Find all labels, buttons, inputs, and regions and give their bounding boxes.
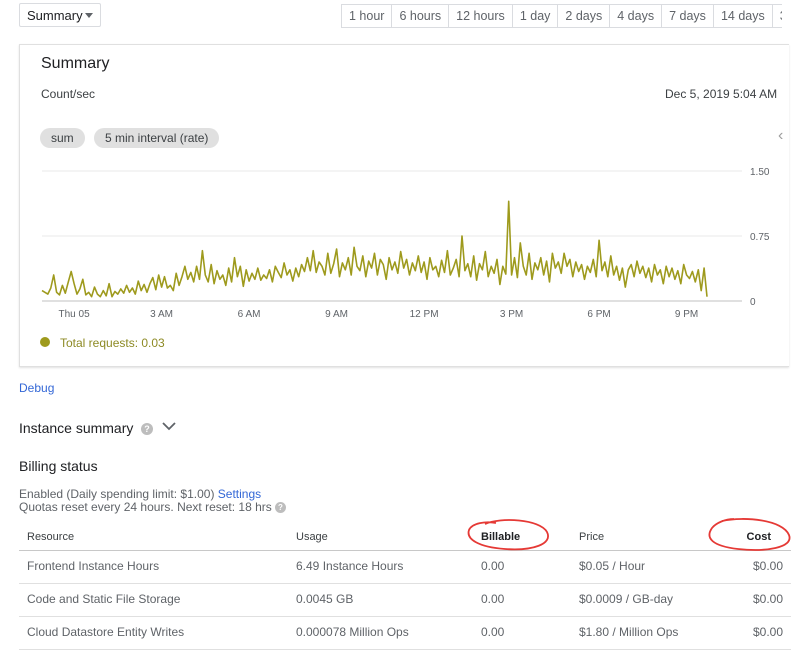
- header-resource: Resource: [27, 531, 75, 543]
- cell-usage: 6.49 Instance Hours: [296, 559, 404, 573]
- cell-billable: 0.00: [481, 559, 505, 573]
- time-range-12-hours[interactable]: 12 hours: [448, 4, 513, 28]
- cell-price: $1.80 / Million Ops: [579, 625, 679, 639]
- toolbar-overflow-mask: [782, 0, 791, 42]
- billing-status-line: Enabled (Daily spending limit: $1.00) Se…: [19, 487, 261, 501]
- spending-limit-text: Enabled (Daily spending limit: $1.00): [19, 487, 215, 501]
- table-row: Frontend Instance Hours 6.49 Instance Ho…: [19, 551, 791, 584]
- cell-cost: $0.00: [752, 592, 783, 606]
- y-tick-label: 0: [750, 297, 756, 308]
- x-tick-label: Thu 05: [59, 309, 91, 320]
- x-tick-label: 6 AM: [238, 309, 261, 320]
- cell-price: $0.0009 / GB-day: [579, 592, 674, 606]
- summary-card: Summary Count/sec Dec 5, 2019 5:04 AM su…: [19, 44, 789, 367]
- view-select-label: Summary: [27, 7, 83, 23]
- quota-help-icon[interactable]: ?: [275, 502, 286, 513]
- x-tick-label: 3 AM: [150, 309, 173, 320]
- cell-resource: Code and Static File Storage: [27, 592, 181, 606]
- series-line-total-requests: [41, 200, 708, 298]
- chevron-down-icon[interactable]: [162, 418, 176, 434]
- interval-chip[interactable]: 5 min interval (rate): [94, 128, 220, 148]
- x-tick-label: 9 PM: [675, 309, 698, 320]
- table-row: Cloud Datastore Entity Writes 0.000078 M…: [19, 617, 791, 650]
- billing-status-title: Billing status: [19, 458, 98, 474]
- header-price: Price: [579, 531, 605, 543]
- help-icon[interactable]: ?: [141, 423, 153, 435]
- header-cost: Cost: [746, 531, 771, 543]
- chart-date: Dec 5, 2019 5:04 AM: [665, 87, 778, 101]
- x-tick-label: 12 PM: [410, 309, 439, 320]
- time-range-7-days[interactable]: 7 days: [661, 4, 714, 28]
- chevron-left-icon[interactable]: ‹: [778, 127, 783, 145]
- x-tick-label: 6 PM: [587, 309, 610, 320]
- cell-usage: 0.000078 Million Ops: [296, 625, 409, 639]
- time-range-2-days[interactable]: 2 days: [557, 4, 611, 28]
- time-range-1-day[interactable]: 1 day: [511, 4, 559, 28]
- header-usage: Usage: [296, 531, 328, 543]
- chart-unit: Count/sec: [41, 87, 96, 101]
- requests-line-chart: 1.50 0.75 0 Thu 05 3 AM 6 AM 9 AM 12 PM 3 PM 6 P…: [41, 167, 770, 320]
- cell-billable: 0.00: [481, 592, 505, 606]
- instance-summary-title[interactable]: Instance summary: [19, 420, 133, 436]
- table-row: Code and Static File Storage 0.0045 GB 0…: [19, 584, 791, 617]
- time-range-14-days[interactable]: 14 days: [712, 4, 773, 28]
- quota-reset-text: Quotas reset every 24 hours. Next reset:…: [19, 500, 272, 514]
- cell-resource: Cloud Datastore Entity Writes: [27, 625, 185, 639]
- dropdown-caret-icon: [85, 13, 93, 18]
- aggregation-chip[interactable]: sum: [40, 128, 85, 148]
- settings-link[interactable]: Settings: [218, 487, 261, 501]
- cell-billable: 0.00: [481, 625, 505, 639]
- y-tick-label: 0.75: [750, 232, 770, 243]
- x-tick-label: 3 PM: [500, 309, 523, 320]
- card-title: Summary: [41, 55, 110, 72]
- table-header-row: Resource Usage Billable Price Cost: [19, 522, 791, 551]
- cell-usage: 0.0045 GB: [296, 592, 354, 606]
- header-billable: Billable: [481, 531, 521, 543]
- debug-link[interactable]: Debug: [19, 381, 54, 395]
- cell-price: $0.05 / Hour: [579, 559, 646, 573]
- cell-cost: $0.00: [752, 625, 783, 639]
- time-range-1-hour[interactable]: 1 hour: [341, 4, 393, 28]
- cell-resource: Frontend Instance Hours: [27, 559, 160, 573]
- time-range-tabs: 1 hour 6 hours 12 hours 1 day 2 days 4 d…: [341, 4, 791, 28]
- billing-table: Resource Usage Billable Price Cost Front…: [19, 522, 791, 650]
- view-select[interactable]: Summary: [19, 3, 101, 27]
- y-tick-label: 1.50: [750, 167, 770, 178]
- cell-cost: $0.00: [752, 559, 783, 573]
- time-range-6-hours[interactable]: 6 hours: [391, 4, 450, 28]
- legend-label: Total requests: 0.03: [60, 336, 165, 350]
- legend-swatch: [40, 337, 50, 347]
- time-range-4-days[interactable]: 4 days: [609, 4, 663, 28]
- x-tick-label: 9 AM: [325, 309, 348, 320]
